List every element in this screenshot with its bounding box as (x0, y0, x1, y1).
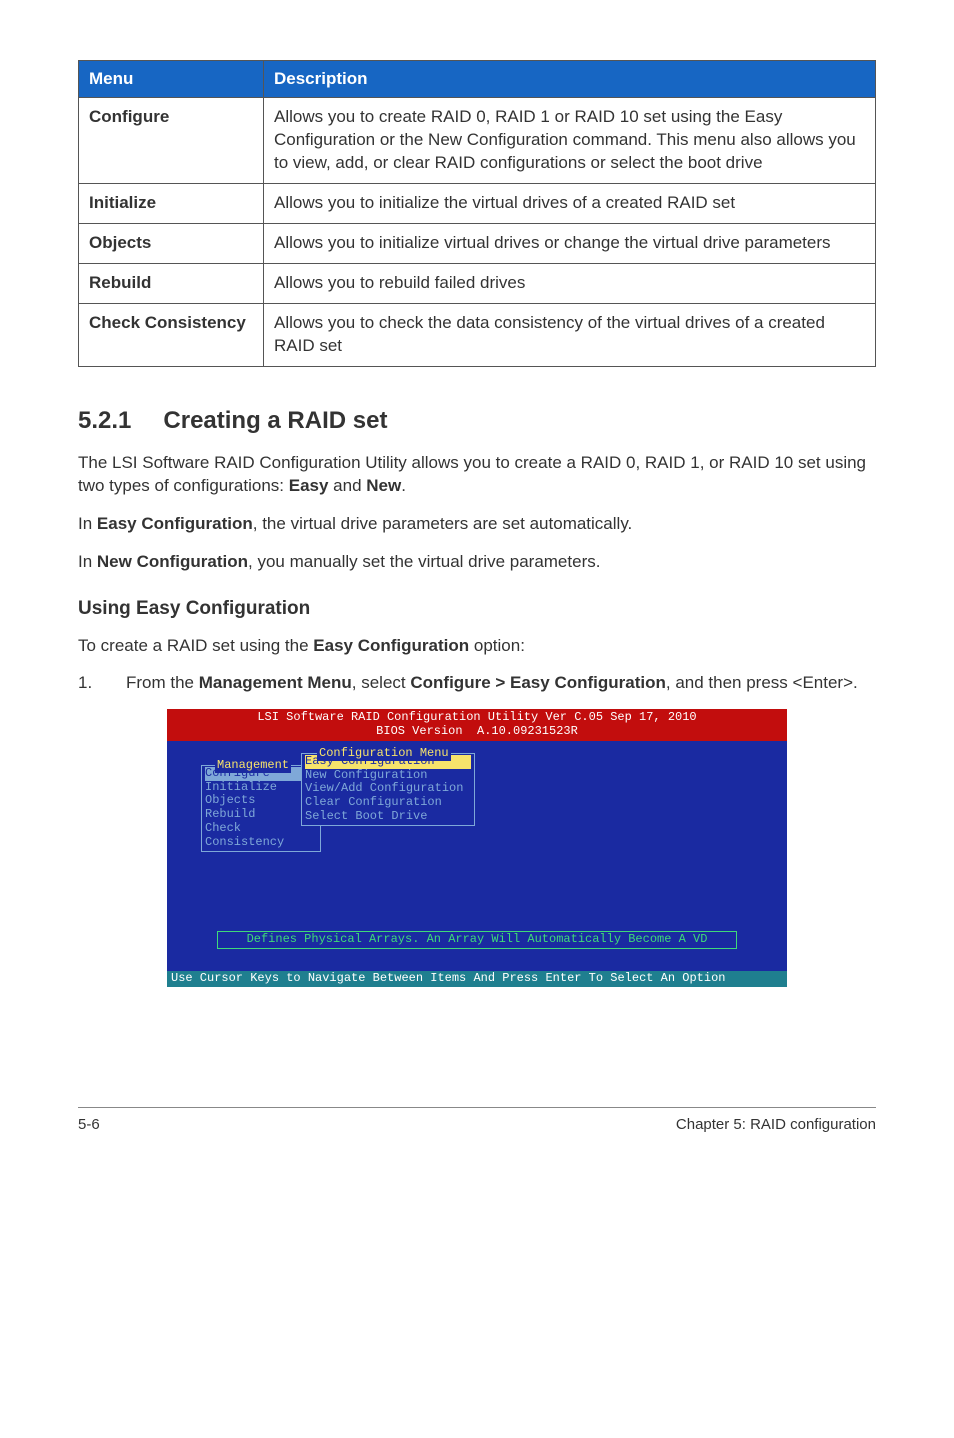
menu-cell: Objects (79, 223, 264, 263)
bios-menu-item-check-consistency: Check Consistency (205, 822, 317, 850)
menu-cell: Initialize (79, 183, 264, 223)
bios-configuration-title: Configuration Menu (317, 747, 451, 761)
intro-paragraph-3: In New Configuration, you manually set t… (78, 550, 876, 574)
step-1: 1.From the Management Menu, select Confi… (78, 671, 876, 695)
bios-conf-item-bootdrive: Select Boot Drive (305, 810, 471, 824)
bios-body: Management Configure Initialize Objects … (167, 741, 787, 971)
bios-management-title: Management (215, 759, 291, 773)
menu-description-table: Menu Description Configure Allows you to… (78, 60, 876, 367)
chapter-label: Chapter 5: RAID configuration (676, 1116, 876, 1133)
bios-conf-item-viewadd: View/Add Configuration (305, 782, 471, 796)
table-row: Configure Allows you to create RAID 0, R… (79, 98, 876, 184)
bios-conf-item-new: New Configuration (305, 769, 471, 783)
bios-message-box: Defines Physical Arrays. An Array Will A… (217, 931, 737, 949)
table-row: Initialize Allows you to initialize the … (79, 183, 876, 223)
desc-cell: Allows you to check the data consistency… (264, 303, 876, 366)
page-footer: 5-6 Chapter 5: RAID configuration (78, 1107, 876, 1133)
table-row: Objects Allows you to initialize virtual… (79, 223, 876, 263)
desc-cell: Allows you to create RAID 0, RAID 1 or R… (264, 98, 876, 184)
bios-header: LSI Software RAID Configuration Utility … (167, 709, 787, 741)
menu-cell: Check Consistency (79, 303, 264, 366)
desc-cell: Allows you to initialize the virtual dri… (264, 183, 876, 223)
subheading: Using Easy Configuration (78, 598, 876, 620)
intro-paragraph-1: The LSI Software RAID Configuration Util… (78, 451, 876, 499)
table-header-menu: Menu (79, 61, 264, 98)
section-number: 5.2.1 (78, 407, 131, 435)
bios-configuration-menu: Easy Configuration New Configuration Vie… (301, 753, 475, 826)
step-number: 1. (78, 671, 126, 695)
desc-cell: Allows you to initialize virtual drives … (264, 223, 876, 263)
step-intro: To create a RAID set using the Easy Conf… (78, 634, 876, 658)
table-row: Rebuild Allows you to rebuild failed dri… (79, 263, 876, 303)
table-row: Check Consistency Allows you to check th… (79, 303, 876, 366)
bios-conf-item-clear: Clear Configuration (305, 796, 471, 810)
bios-screenshot: LSI Software RAID Configuration Utility … (167, 709, 787, 986)
desc-cell: Allows you to rebuild failed drives (264, 263, 876, 303)
section-heading: 5.2.1 Creating a RAID set (78, 407, 876, 435)
page-number: 5-6 (78, 1116, 100, 1133)
menu-cell: Rebuild (79, 263, 264, 303)
menu-cell: Configure (79, 98, 264, 184)
table-header-description: Description (264, 61, 876, 98)
intro-paragraph-2: In Easy Configuration, the virtual drive… (78, 512, 876, 536)
step-list: 1.From the Management Menu, select Confi… (78, 671, 876, 695)
section-title: Creating a RAID set (163, 407, 387, 434)
bios-footer: Use Cursor Keys to Navigate Between Item… (167, 971, 787, 987)
